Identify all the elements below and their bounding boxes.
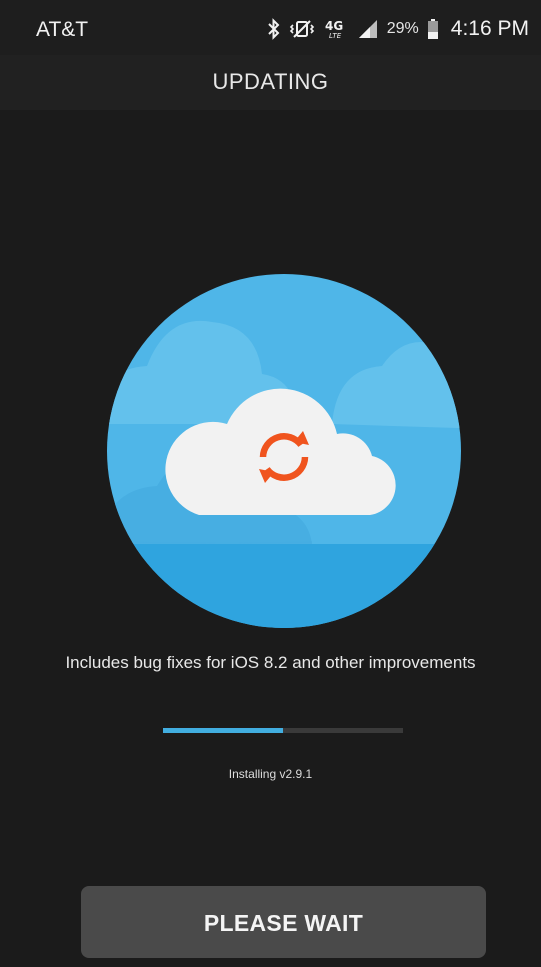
status-icons: 4G LTE 29% 4:16 PM [267,14,529,44]
battery-icon [427,18,439,40]
page-title: UPDATING [212,69,329,94]
signal-icon [357,18,379,40]
please-wait-button[interactable]: PLEASE WAIT [81,886,486,958]
battery-percent: 29% [386,20,419,37]
svg-text:4G: 4G [325,19,343,33]
lte-icon: 4G LTE [323,18,349,40]
status-bar: AT&T 4G LTE 29% 4:16 PM [0,0,541,55]
title-bar: UPDATING [0,55,541,110]
update-description: Includes bug fixes for iOS 8.2 and other… [65,653,476,672]
svg-text:LTE: LTE [329,32,342,40]
bluetooth-icon [267,18,281,40]
progress-fill [163,728,283,733]
update-screen: AT&T 4G LTE 29% 4:16 PM UPDATING Include… [0,0,541,967]
update-illustration [107,274,461,633]
vibrate-icon [289,18,315,40]
install-status: Installing v2.9.1 [228,767,313,781]
install-progress-bar [163,728,403,733]
carrier-label: AT&T [36,18,89,41]
clock: 4:16 PM [450,17,529,40]
